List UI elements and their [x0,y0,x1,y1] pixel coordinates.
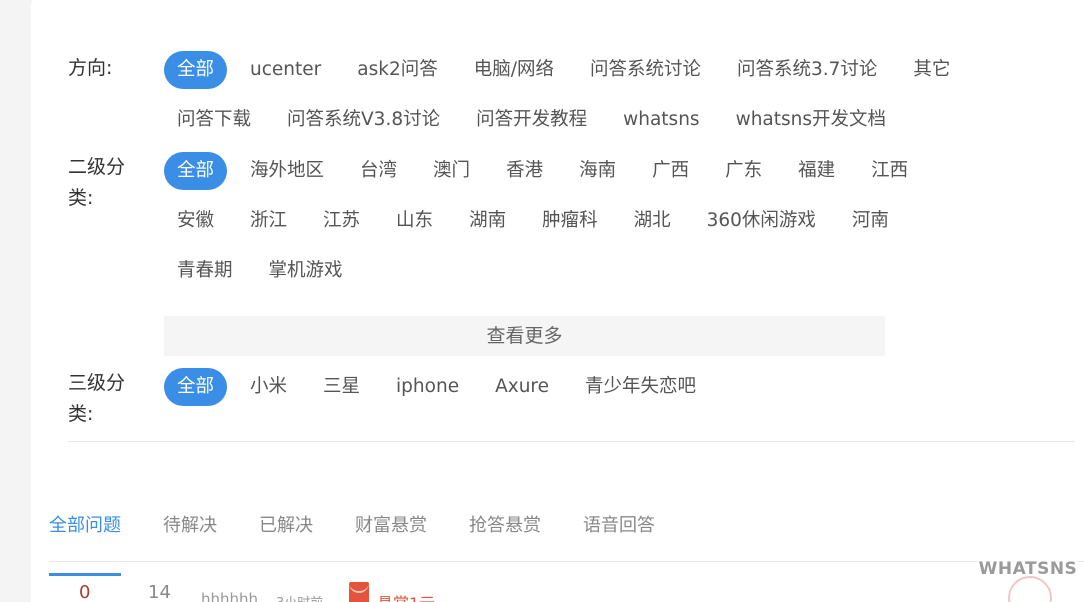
tab-rush-bounty[interactable]: 抢答悬赏 [469,505,541,561]
direction-chip[interactable]: 问答下载 [164,101,264,139]
level3-chip[interactable]: 三星 [310,368,373,406]
seal-icon [1008,576,1052,602]
level2-chip[interactable]: 海外地区 [237,152,337,190]
level2-chip[interactable]: 湖北 [621,202,684,240]
level2-chip[interactable]: 肿瘤科 [529,202,611,240]
level2-chip[interactable]: 台湾 [347,152,410,190]
question-tabs: 全部问题 待解决 已解决 财富悬赏 抢答悬赏 语音回答 [49,505,1084,576]
level2-row-1: 全部 海外地区 台湾 澳门 香港 海南 广西 广东 福建 江西 [164,152,931,190]
level2-chip[interactable]: 香港 [493,152,556,190]
level2-chip[interactable]: 安徽 [164,202,227,240]
level2-chip[interactable]: 广西 [639,152,702,190]
level2-chip[interactable]: 掌机游戏 [256,252,356,290]
level2-chip[interactable]: 江西 [858,152,921,190]
level3-label: 三级分类: [68,372,126,425]
level2-chip[interactable]: 山东 [383,202,446,240]
direction-chip[interactable]: whatsns开发文档 [723,101,899,139]
question-author[interactable]: hhhhhh [201,590,258,602]
level2-label: 二级分类: [68,156,126,209]
red-envelope-icon [349,582,369,602]
direction-row-1: 全部 ucenter ask2问答 电脑/网络 问答系统讨论 问答系统3.7讨论… [164,51,973,89]
level2-chip[interactable]: 澳门 [420,152,483,190]
direction-chip[interactable]: 问答系统3.7讨论 [724,51,890,89]
direction-chip[interactable]: 其它 [900,51,963,89]
show-more-button[interactable]: 查看更多 [164,316,885,356]
level2-chip[interactable]: 青春期 [164,252,246,290]
level2-row-2: 安徽 浙江 江苏 山东 湖南 肿瘤科 湖北 360休闲游戏 河南 [164,202,912,240]
tab-all-questions[interactable]: 全部问题 [49,505,121,576]
level3-chip[interactable]: 小米 [237,368,300,406]
whatsns-watermark: WHATSNS [978,550,1078,602]
direction-chip[interactable]: 电脑/网络 [461,51,567,89]
level3-chip[interactable]: 青少年失恋吧 [572,368,709,406]
direction-chip[interactable]: 问答系统讨论 [577,51,714,89]
direction-chip[interactable]: 问答系统V3.8讨论 [274,101,453,139]
question-row[interactable]: 0 14 hhhhhh 3小时前 悬赏1元 [49,578,1079,602]
level2-chip[interactable]: 江苏 [310,202,373,240]
tab-solved[interactable]: 已解决 [259,505,313,561]
level3-chip[interactable]: iphone [383,368,472,406]
level2-chip[interactable]: 广东 [712,152,775,190]
level3-chip[interactable]: Axure [482,368,562,406]
direction-chip[interactable]: whatsns [610,101,712,139]
bounty-badge: 悬赏1元 [377,590,435,602]
question-time: 3小时前 [276,592,323,602]
level3-row: 全部 小米 三星 iphone Axure 青少年失恋吧 [164,368,719,406]
view-count: 14 [148,582,171,602]
filter-card: 方向: 全部 ucenter ask2问答 电脑/网络 问答系统讨论 问答系统3… [31,0,1084,602]
answer-count: 0 [79,582,91,602]
tab-unsolved[interactable]: 待解决 [163,505,217,561]
level2-chip-all[interactable]: 全部 [164,152,228,190]
tab-wealth-bounty[interactable]: 财富悬赏 [355,505,427,561]
direction-chip[interactable]: ask2问答 [344,51,450,89]
direction-label: 方向: [68,57,113,79]
level3-chip-all[interactable]: 全部 [164,368,228,406]
level2-chip[interactable]: 360休闲游戏 [694,202,829,240]
direction-chip[interactable]: 问答开发教程 [463,101,600,139]
level2-chip[interactable]: 浙江 [237,202,300,240]
direction-chip-all[interactable]: 全部 [164,51,228,89]
level2-chip[interactable]: 海南 [566,152,629,190]
direction-row-2: 问答下载 问答系统V3.8讨论 问答开发教程 whatsns whatsns开发… [164,101,909,139]
level2-chip[interactable]: 福建 [785,152,848,190]
filter-divider [68,441,1075,442]
level2-chip[interactable]: 河南 [839,202,902,240]
tab-voice-answer[interactable]: 语音回答 [583,505,655,561]
level2-chip[interactable]: 湖南 [456,202,519,240]
level2-row-3: 青春期 掌机游戏 [164,252,366,290]
direction-chip[interactable]: ucenter [237,51,334,89]
